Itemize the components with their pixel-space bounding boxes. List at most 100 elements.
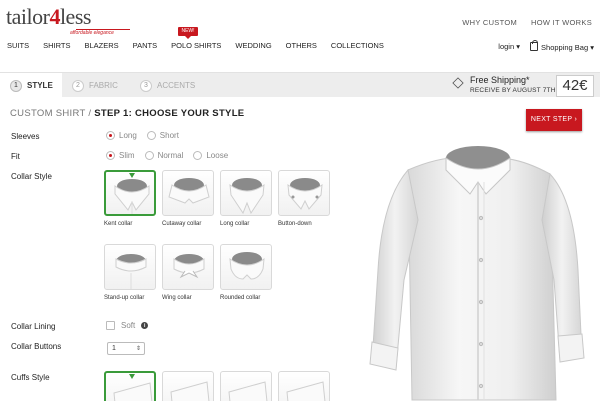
collar-image [173, 254, 205, 279]
collar-style-grid: Kent collar Cutaway collar Long collar B… [104, 170, 330, 233]
shopping-bag-label: Shopping Bag [541, 43, 589, 52]
option-label: Short [159, 131, 179, 140]
collar-option-button-down[interactable]: Button-down [278, 170, 330, 233]
shipping-title: Free Shipping* [470, 75, 530, 85]
collar-thumbnail[interactable] [104, 170, 156, 216]
chevron-down-icon: ▾ [590, 43, 594, 52]
collar-caption: Rounded collar [220, 295, 261, 301]
why-custom-link[interactable]: WHY CUSTOM [462, 18, 517, 27]
select-value: 1 [112, 345, 116, 352]
nav-others[interactable]: OTHERS [286, 41, 317, 53]
collar-caption: Wing collar [162, 295, 192, 301]
option-label: Normal [157, 151, 184, 160]
step-number: 3 [140, 79, 152, 92]
collar-option-cutaway[interactable]: Cutaway collar [162, 170, 214, 233]
login-menu[interactable]: login ▾ [498, 42, 520, 51]
soft-lining-checkbox[interactable] [106, 321, 115, 330]
option-label: Long [119, 131, 137, 140]
nav-polo-shirts[interactable]: POLO SHIRTS [171, 41, 221, 53]
collar-image [115, 254, 147, 289]
radio-button[interactable] [144, 151, 154, 160]
nav-wedding[interactable]: WEDDING [235, 41, 271, 53]
collar-caption: Stand-up collar [104, 295, 145, 301]
how-it-works-link[interactable]: HOW IT WORKS [531, 18, 592, 27]
sleeves-label: Sleeves [11, 132, 40, 141]
cuffs-style-grid [104, 371, 330, 401]
collar-image [229, 252, 265, 280]
collar-caption: Cutaway collar [162, 221, 202, 227]
user-area: login ▾ Shopping Bag ▾ [498, 40, 594, 52]
cuff-option-2[interactable] [162, 371, 214, 401]
sleeves-long-option[interactable]: Long [106, 131, 137, 140]
fit-normal-option[interactable]: Normal [144, 151, 184, 160]
brand-logo[interactable]: tailor4less affordable elegance [6, 6, 130, 36]
fit-slim-option[interactable]: Slim [106, 151, 135, 160]
breadcrumb: CUSTOM SHIRT / STEP 1: CHOOSE YOUR STYLE [10, 108, 244, 119]
collar-thumbnail[interactable] [104, 244, 156, 290]
collar-caption: Button-down [278, 221, 312, 227]
shopping-bag-menu[interactable]: Shopping Bag ▾ [530, 40, 594, 52]
collar-lining-label: Collar Lining [11, 322, 56, 331]
collar-option-stand-up[interactable]: Stand-up collar [104, 244, 156, 307]
collar-option-kent[interactable]: Kent collar [104, 170, 156, 233]
nav-shirts[interactable]: SHIRTS [43, 41, 70, 53]
collar-style-grid-row2: Stand-up collar Wing collar Rounded coll… [104, 244, 330, 307]
fit-options: Slim Normal Loose [106, 151, 238, 160]
box-icon [452, 77, 464, 89]
collar-thumbnail[interactable] [278, 170, 330, 216]
nav-pants[interactable]: PANTS [133, 41, 157, 53]
step-number: 2 [72, 79, 84, 92]
site-header: tailor4less affordable elegance WHY CUST… [0, 0, 600, 60]
cuff-thumbnail[interactable] [278, 371, 330, 401]
collar-option-wing[interactable]: Wing collar [162, 244, 214, 307]
main-nav: SUITS SHIRTS BLAZERS PANTS POLO SHIRTS W… [0, 41, 391, 53]
cuff-option-3[interactable] [220, 371, 272, 401]
collar-caption: Long collar [220, 221, 250, 227]
collar-caption: Kent collar [104, 221, 133, 227]
radio-button[interactable] [193, 151, 203, 160]
shirt-preview-image [369, 146, 585, 401]
option-label: Loose [206, 151, 229, 160]
tab-fabric[interactable]: 2 FABRIC [72, 73, 132, 98]
collar-option-rounded[interactable]: Rounded collar [220, 244, 272, 307]
radio-button[interactable] [106, 131, 115, 140]
tab-accents[interactable]: 3 ACCENTS [140, 73, 210, 98]
fit-loose-option[interactable]: Loose [193, 151, 228, 160]
collar-thumbnail[interactable] [220, 170, 272, 216]
tab-style[interactable]: 1 STYLE [0, 73, 62, 98]
cuff-thumbnail[interactable] [162, 371, 214, 401]
radio-button[interactable] [106, 151, 115, 160]
collar-thumbnail[interactable] [162, 244, 214, 290]
collar-image [168, 178, 210, 204]
tab-label: ACCENTS [157, 81, 196, 90]
radio-button[interactable] [146, 131, 156, 140]
tab-label: STYLE [27, 81, 53, 90]
login-label: login [498, 42, 515, 51]
breadcrumb-parent[interactable]: CUSTOM SHIRT [10, 108, 85, 119]
new-badge: NEW! [178, 27, 198, 39]
collar-option-long[interactable]: Long collar [220, 170, 272, 233]
cuff-thumbnail[interactable] [104, 371, 156, 401]
checkbox-label: Soft [121, 321, 136, 330]
nav-collections[interactable]: COLLECTIONS [331, 41, 384, 53]
cuff-thumbnail[interactable] [220, 371, 272, 401]
cuff-image [228, 381, 268, 401]
cuff-option-1[interactable] [104, 371, 156, 401]
nav-suits[interactable]: SUITS [7, 41, 29, 53]
sleeves-short-option[interactable]: Short [146, 131, 179, 140]
next-step-button[interactable]: NEXT STEP › [526, 109, 582, 131]
collar-style-label: Collar Style [11, 172, 52, 181]
collar-thumbnail[interactable] [162, 170, 214, 216]
collar-image [114, 179, 150, 214]
sleeves-options: Long Short [106, 131, 189, 140]
shopping-bag-icon [530, 40, 539, 51]
tab-label: FABRIC [89, 81, 118, 90]
step-number: 1 [10, 79, 22, 92]
collar-thumbnail[interactable] [220, 244, 272, 290]
info-icon[interactable]: i [141, 322, 149, 329]
collar-buttons-select[interactable]: 1 ⇕ [107, 342, 145, 355]
cuff-option-4[interactable] [278, 371, 330, 401]
logo-wordmark: tailor4less [6, 4, 91, 29]
collar-image [229, 178, 265, 215]
nav-blazers[interactable]: BLAZERS [84, 41, 118, 53]
